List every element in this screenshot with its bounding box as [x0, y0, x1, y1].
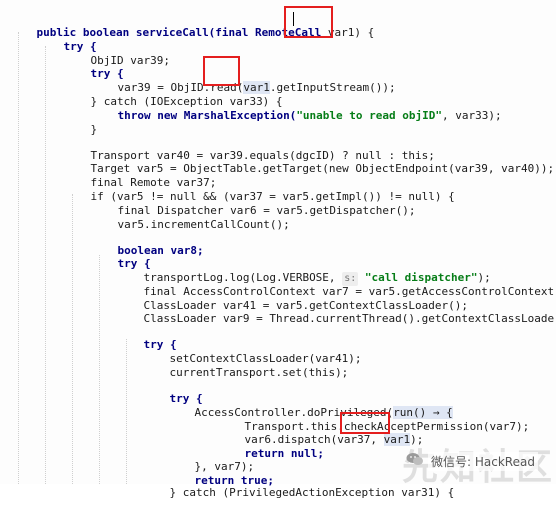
annotation-box-read [203, 56, 240, 86]
annotation-box-param [284, 6, 333, 38]
code-token: return null; [245, 447, 324, 460]
code-line-29: }, var7); [168, 446, 254, 460]
code-line-20: ClassLoader var9 = Thread.currentThread(… [117, 298, 556, 312]
code-line-14: var5.incrementCallCount(); [91, 204, 290, 218]
watermark: 先知社区 微信号: HackRead [400, 438, 556, 484]
code-line-19: ClassLoader var41 = var5.getContextClass… [117, 285, 468, 299]
code-line-22: setContextClassLoader(var41); [143, 338, 362, 352]
code-line-23: currentTransport.set(this); [143, 352, 348, 366]
annotation-box-dispatch [340, 412, 390, 434]
code-line-3: ObjID var39; [64, 40, 170, 54]
wechat-icon [406, 452, 424, 466]
code-line-9: Transport var40 = var39.equals(dgcID) ? … [64, 135, 435, 149]
code-token: ClassLoader var9 = Thread.currentThread(… [144, 312, 556, 325]
code-line-24: try { [143, 378, 203, 392]
code-line-5: var39 = ObjID.read(var1.getInputStream()… [91, 67, 396, 81]
code-line-10: Target var5 = ObjectTable.getTarget(new … [64, 148, 554, 162]
code-line-27: var6.dispatch(var37, var1); [218, 419, 423, 433]
code-line-17: transportLog.log(Log.VERBOSE, s: "call d… [117, 257, 491, 271]
code-line-7: throw new MarshalException("unable to re… [91, 95, 502, 109]
indent-guide [18, 32, 19, 484]
code-line-21: try { [117, 324, 177, 338]
string-literal: "unable to read objID" [296, 109, 442, 122]
code-line-8: } [64, 109, 97, 123]
code-line-12: if (var5 != null && (var37 = var5.getImp… [64, 176, 455, 190]
code-line-13: final Dispatcher var6 = var5.getDispatch… [91, 190, 416, 204]
code-line-25: AccessController.doPrivileged(run() → { [168, 392, 453, 406]
code-line-2: try { [37, 26, 97, 40]
watermark-text: 微信号: HackRead [428, 452, 538, 471]
code-line-28: return null; [218, 433, 324, 447]
text-cursor [293, 12, 294, 26]
code-token: , var33); [442, 109, 502, 122]
code-line-11: final Remote var37; [64, 162, 216, 176]
code-line-16: try { [91, 243, 151, 257]
code-line-18: final AccessControlContext var7 = var5.g… [117, 271, 556, 285]
code-line-15: boolean var8; [91, 230, 204, 244]
code-token: ) { [354, 26, 374, 39]
indent-guide [99, 255, 100, 484]
code-editor[interactable]: public boolean serviceCall(final RemoteC… [0, 0, 556, 484]
indent-guide [45, 46, 46, 484]
code-token: throw new MarshalException( [118, 109, 297, 122]
code-line-4: try { [64, 53, 124, 67]
code-line-6: } catch (IOException var33) { [64, 81, 283, 95]
code-token: .getInputStream()); [270, 81, 396, 94]
indent-guide [72, 194, 73, 484]
